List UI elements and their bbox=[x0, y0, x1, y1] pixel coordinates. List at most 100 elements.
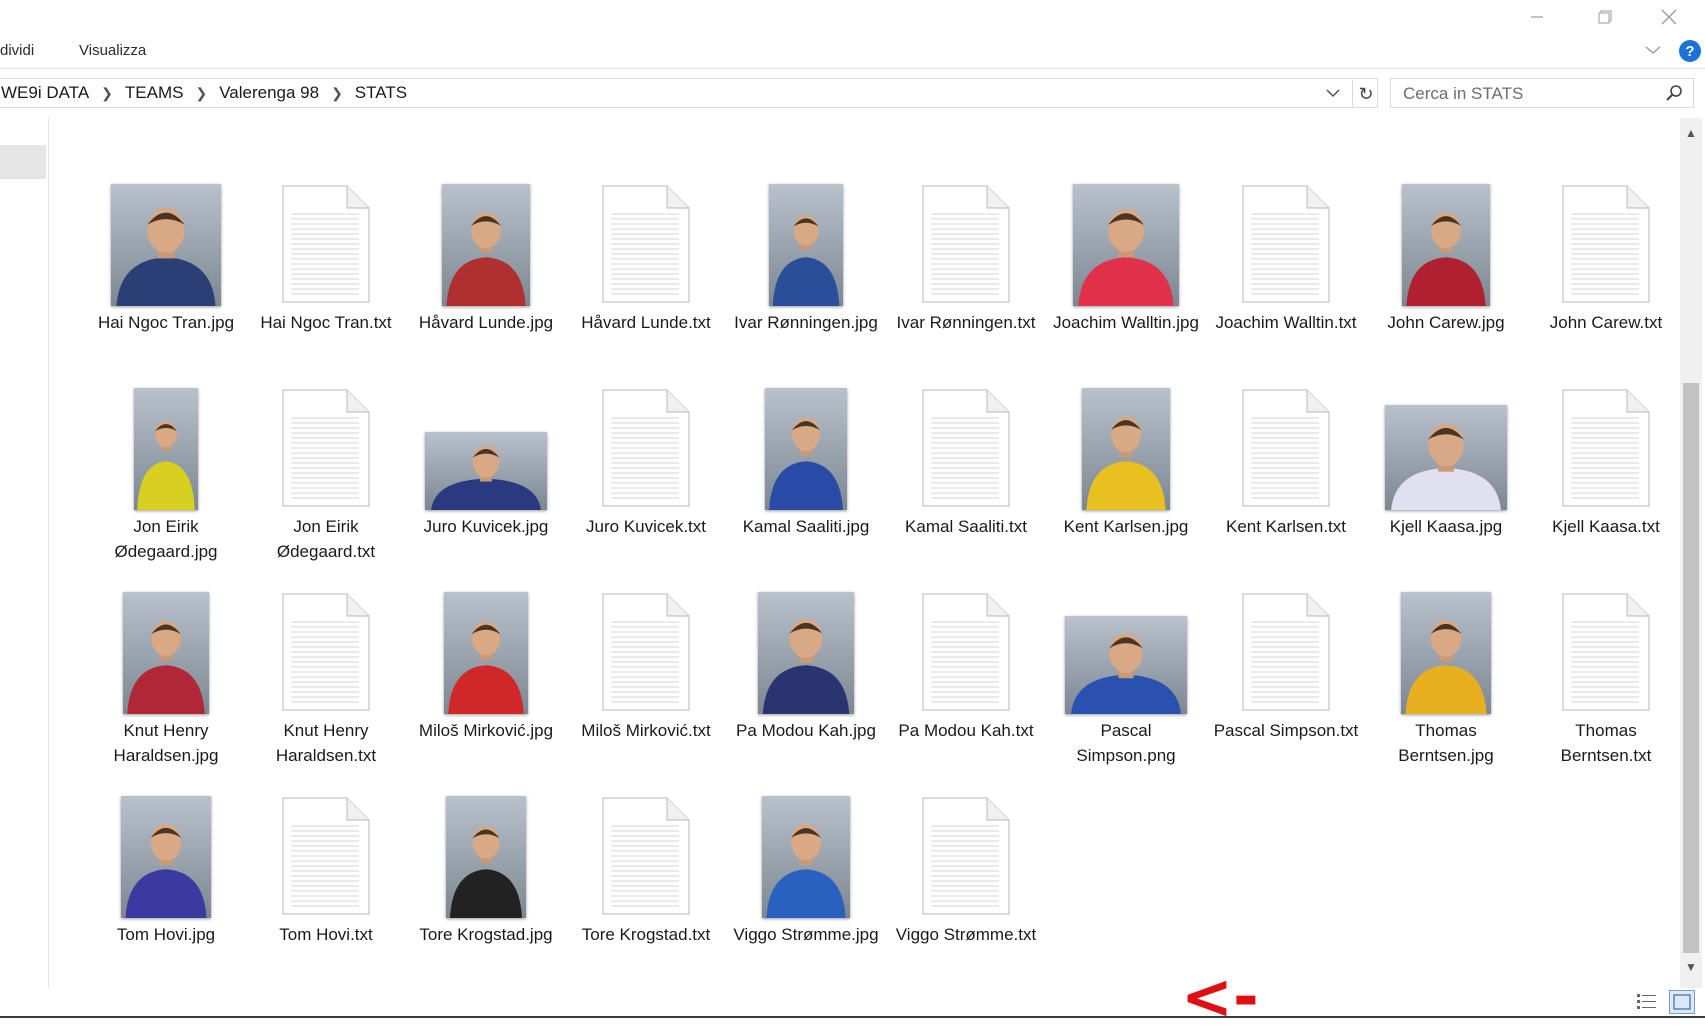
file-list[interactable]: Hai Ngoc Tran.jpg Hai Ngoc Tran.txt Håva… bbox=[48, 118, 1682, 1028]
search-input[interactable] bbox=[1401, 83, 1655, 105]
text-file-icon[interactable] bbox=[921, 388, 1011, 508]
image-thumbnail[interactable] bbox=[446, 796, 526, 918]
file-thumbnail[interactable] bbox=[566, 780, 726, 918]
text-file-icon[interactable] bbox=[1241, 592, 1331, 712]
search-box[interactable] bbox=[1390, 78, 1694, 108]
restore-button[interactable] bbox=[1571, 0, 1639, 34]
minimize-button[interactable] bbox=[1503, 0, 1571, 34]
image-thumbnail[interactable] bbox=[1385, 405, 1507, 510]
text-file-icon[interactable] bbox=[601, 796, 691, 916]
file-thumbnail[interactable] bbox=[86, 168, 246, 306]
file-thumbnail[interactable] bbox=[86, 576, 246, 714]
file-thumbnail[interactable] bbox=[726, 168, 886, 306]
file-name[interactable]: Kamal Saaliti.txt bbox=[892, 514, 1040, 539]
file-item[interactable]: Tore Krogstad.jpg bbox=[406, 780, 566, 984]
file-thumbnail[interactable] bbox=[566, 372, 726, 510]
file-name[interactable]: Joachim Walltin.jpg bbox=[1052, 310, 1200, 335]
file-item[interactable]: Hai Ngoc Tran.txt bbox=[246, 168, 406, 372]
file-name[interactable]: Pa Modou Kah.txt bbox=[892, 718, 1040, 743]
image-thumbnail[interactable] bbox=[765, 388, 847, 510]
file-item[interactable]: Tom Hovi.txt bbox=[246, 780, 406, 984]
file-thumbnail[interactable] bbox=[726, 576, 886, 714]
image-thumbnail[interactable] bbox=[769, 184, 843, 306]
chevron-right-icon[interactable]: ❯ bbox=[195, 85, 207, 102]
image-thumbnail[interactable] bbox=[111, 184, 221, 306]
file-thumbnail[interactable] bbox=[1526, 168, 1686, 306]
file-item[interactable]: Kjell Kaasa.txt bbox=[1526, 372, 1686, 576]
file-thumbnail[interactable] bbox=[566, 168, 726, 306]
file-name[interactable]: Tom Hovi.txt bbox=[252, 922, 400, 947]
file-thumbnail[interactable] bbox=[1526, 576, 1686, 714]
file-thumbnail[interactable] bbox=[726, 372, 886, 510]
file-name[interactable]: Håvard Lunde.txt bbox=[572, 310, 720, 335]
file-thumbnail[interactable] bbox=[886, 372, 1046, 510]
file-thumbnail[interactable] bbox=[1046, 372, 1206, 510]
file-item[interactable]: Thomas Berntsen.txt bbox=[1526, 576, 1686, 780]
text-file-icon[interactable] bbox=[281, 796, 371, 916]
file-thumbnail[interactable] bbox=[566, 576, 726, 714]
nav-selected-item[interactable] bbox=[0, 145, 46, 179]
text-file-icon[interactable] bbox=[921, 184, 1011, 304]
file-name[interactable]: Hai Ngoc Tran.txt bbox=[252, 310, 400, 335]
file-name[interactable]: Miloš Mirković.txt bbox=[572, 718, 720, 743]
file-item[interactable]: Ivar Rønningen.txt bbox=[886, 168, 1046, 372]
text-file-icon[interactable] bbox=[281, 184, 371, 304]
breadcrumb-item[interactable]: Valerenga 98 bbox=[219, 83, 319, 103]
file-item[interactable]: Thomas Berntsen.jpg bbox=[1366, 576, 1526, 780]
file-name[interactable]: Joachim Walltin.txt bbox=[1212, 310, 1360, 335]
file-item[interactable]: Pascal Simpson.txt bbox=[1206, 576, 1366, 780]
file-item[interactable]: Miloš Mirković.txt bbox=[566, 576, 726, 780]
file-thumbnail[interactable] bbox=[1206, 576, 1366, 714]
navigation-pane[interactable] bbox=[0, 118, 49, 988]
vertical-scrollbar[interactable]: ▲ ▼ bbox=[1680, 118, 1702, 988]
file-item[interactable]: Joachim Walltin.txt bbox=[1206, 168, 1366, 372]
file-thumbnail[interactable] bbox=[246, 168, 406, 306]
expand-ribbon-button[interactable] bbox=[1645, 42, 1661, 60]
file-thumbnail[interactable] bbox=[86, 372, 246, 510]
image-thumbnail[interactable] bbox=[1402, 184, 1490, 306]
file-name[interactable]: John Carew.jpg bbox=[1372, 310, 1520, 335]
file-name[interactable]: Viggo Strømme.jpg bbox=[732, 922, 880, 947]
file-name[interactable]: Pascal Simpson.txt bbox=[1212, 718, 1360, 743]
file-name[interactable]: Tore Krogstad.txt bbox=[572, 922, 720, 947]
file-name[interactable]: Tom Hovi.jpg bbox=[92, 922, 240, 947]
text-file-icon[interactable] bbox=[1561, 184, 1651, 304]
search-icon[interactable] bbox=[1665, 84, 1683, 107]
file-thumbnail[interactable] bbox=[1366, 576, 1526, 714]
file-item[interactable]: Håvard Lunde.jpg bbox=[406, 168, 566, 372]
file-thumbnail[interactable] bbox=[246, 576, 406, 714]
file-name[interactable]: Juro Kuvicek.jpg bbox=[412, 514, 560, 539]
text-file-icon[interactable] bbox=[281, 592, 371, 712]
text-file-icon[interactable] bbox=[601, 388, 691, 508]
file-item[interactable]: Pa Modou Kah.jpg bbox=[726, 576, 886, 780]
file-name[interactable]: Kamal Saaliti.jpg bbox=[732, 514, 880, 539]
file-thumbnail[interactable] bbox=[246, 780, 406, 918]
file-name[interactable]: Kjell Kaasa.txt bbox=[1532, 514, 1680, 539]
refresh-button[interactable]: ↻ bbox=[1352, 80, 1379, 108]
ribbon-tab-share[interactable]: dividi bbox=[0, 42, 34, 59]
image-thumbnail[interactable] bbox=[134, 388, 198, 510]
file-name[interactable]: Ivar Rønningen.jpg bbox=[732, 310, 880, 335]
details-view-icon[interactable] bbox=[1636, 992, 1658, 1012]
image-thumbnail[interactable] bbox=[1065, 616, 1187, 714]
image-thumbnail[interactable] bbox=[1073, 184, 1179, 306]
file-item[interactable]: Viggo Strømme.txt bbox=[886, 780, 1046, 984]
file-item[interactable]: Kamal Saaliti.txt bbox=[886, 372, 1046, 576]
file-item[interactable]: Kent Karlsen.jpg bbox=[1046, 372, 1206, 576]
file-thumbnail[interactable] bbox=[886, 576, 1046, 714]
text-file-icon[interactable] bbox=[601, 592, 691, 712]
file-item[interactable]: Pa Modou Kah.txt bbox=[886, 576, 1046, 780]
file-name[interactable]: Kent Karlsen.jpg bbox=[1052, 514, 1200, 539]
file-name[interactable]: Jon Eirik Ødegaard.jpg bbox=[92, 514, 240, 564]
text-file-icon[interactable] bbox=[601, 184, 691, 304]
file-thumbnail[interactable] bbox=[1206, 372, 1366, 510]
file-name[interactable]: Kent Karlsen.txt bbox=[1212, 514, 1360, 539]
file-thumbnail[interactable] bbox=[1046, 168, 1206, 306]
breadcrumb-item[interactable]: WE9i DATA bbox=[1, 83, 89, 103]
text-file-icon[interactable] bbox=[921, 592, 1011, 712]
file-name[interactable]: Kjell Kaasa.jpg bbox=[1372, 514, 1520, 539]
file-thumbnail[interactable] bbox=[1366, 372, 1526, 510]
address-bar[interactable]: WE9i DATA ❯ TEAMS ❯ Valerenga 98 ❯ STATS… bbox=[0, 78, 1378, 108]
file-item[interactable]: Jon Eirik Ødegaard.txt bbox=[246, 372, 406, 576]
file-item[interactable]: Jon Eirik Ødegaard.jpg bbox=[86, 372, 246, 576]
